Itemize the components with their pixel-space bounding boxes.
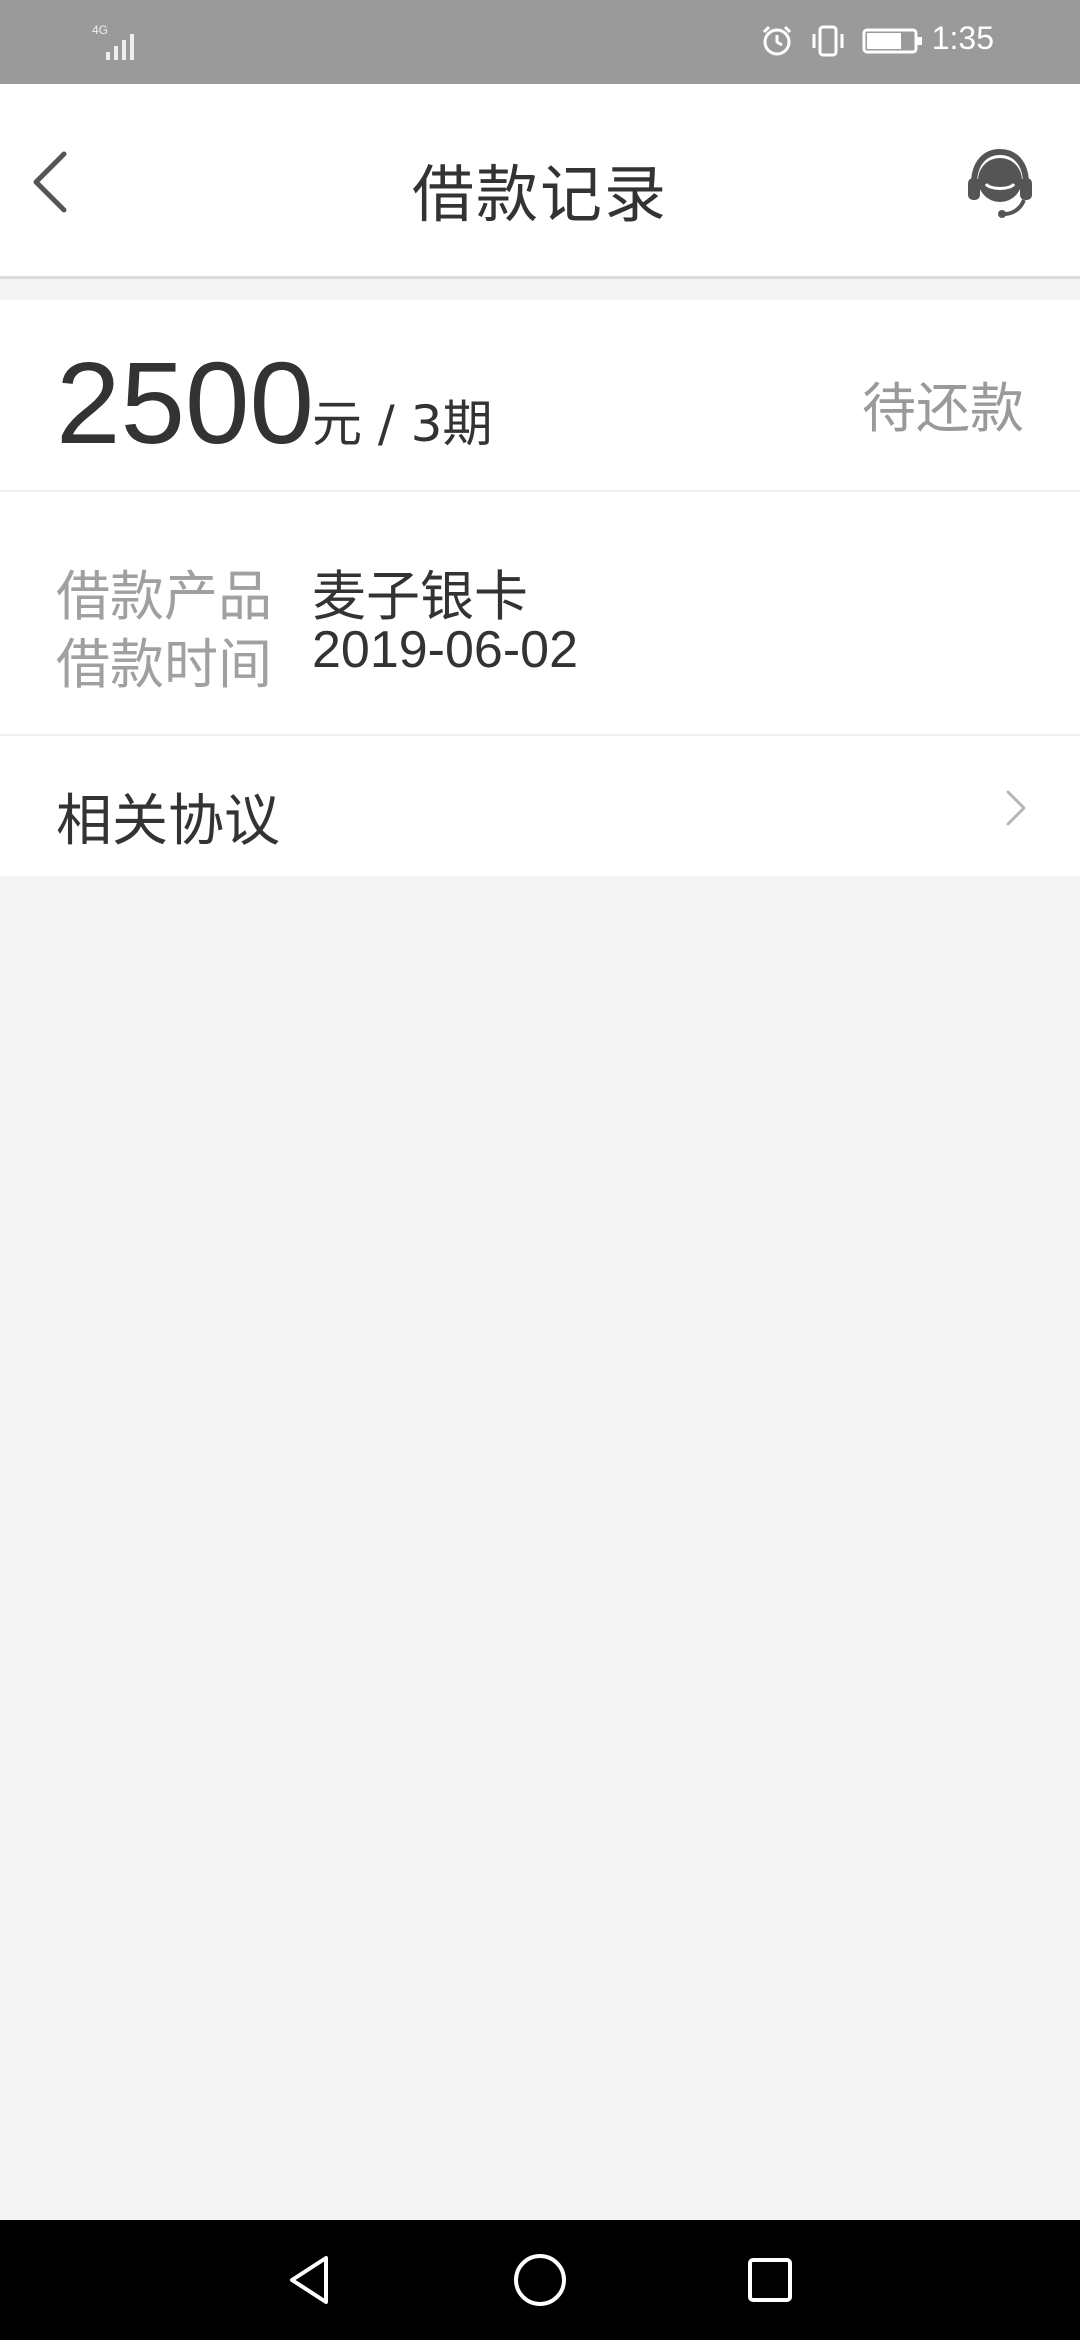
detail-value: 2019-06-02 (312, 621, 578, 679)
loan-status-badge: 待还款 (862, 377, 1024, 440)
vibrate-icon (812, 25, 844, 57)
status-bar: 4G 1:35 (0, 0, 1080, 84)
signal-icon: 4G (92, 23, 134, 60)
loan-summary-card: 2500 元 / 3期 待还款 (0, 300, 1080, 492)
loan-amount: 2500 (56, 338, 315, 468)
related-agreements-label: 相关协议 (56, 789, 280, 854)
network-label: 4G (92, 23, 108, 37)
home-circle-icon[interactable] (510, 2250, 570, 2310)
battery-icon (862, 28, 922, 54)
detail-row-date: 借款时间 2019-06-02 (56, 620, 578, 699)
status-icons (760, 24, 924, 58)
loan-details-card: 借款产品 麦子银卡 借款时间 2019-06-02 (0, 492, 1080, 736)
detail-label: 借款时间 (56, 633, 272, 696)
app-header: 借款记录 (0, 84, 1080, 279)
system-nav-bar (0, 2220, 1080, 2340)
loan-unit-period: 元 / 3期 (312, 395, 493, 453)
chevron-right-icon (1006, 790, 1026, 826)
related-agreements-row[interactable]: 相关协议 (0, 736, 1080, 876)
recents-square-icon[interactable] (740, 2250, 800, 2310)
clock: 1:35 (931, 20, 994, 56)
back-triangle-icon[interactable] (280, 2250, 340, 2310)
page-title: 借款记录 (411, 158, 668, 231)
alarm-icon (762, 25, 792, 56)
customer-service-icon[interactable] (960, 144, 1040, 224)
